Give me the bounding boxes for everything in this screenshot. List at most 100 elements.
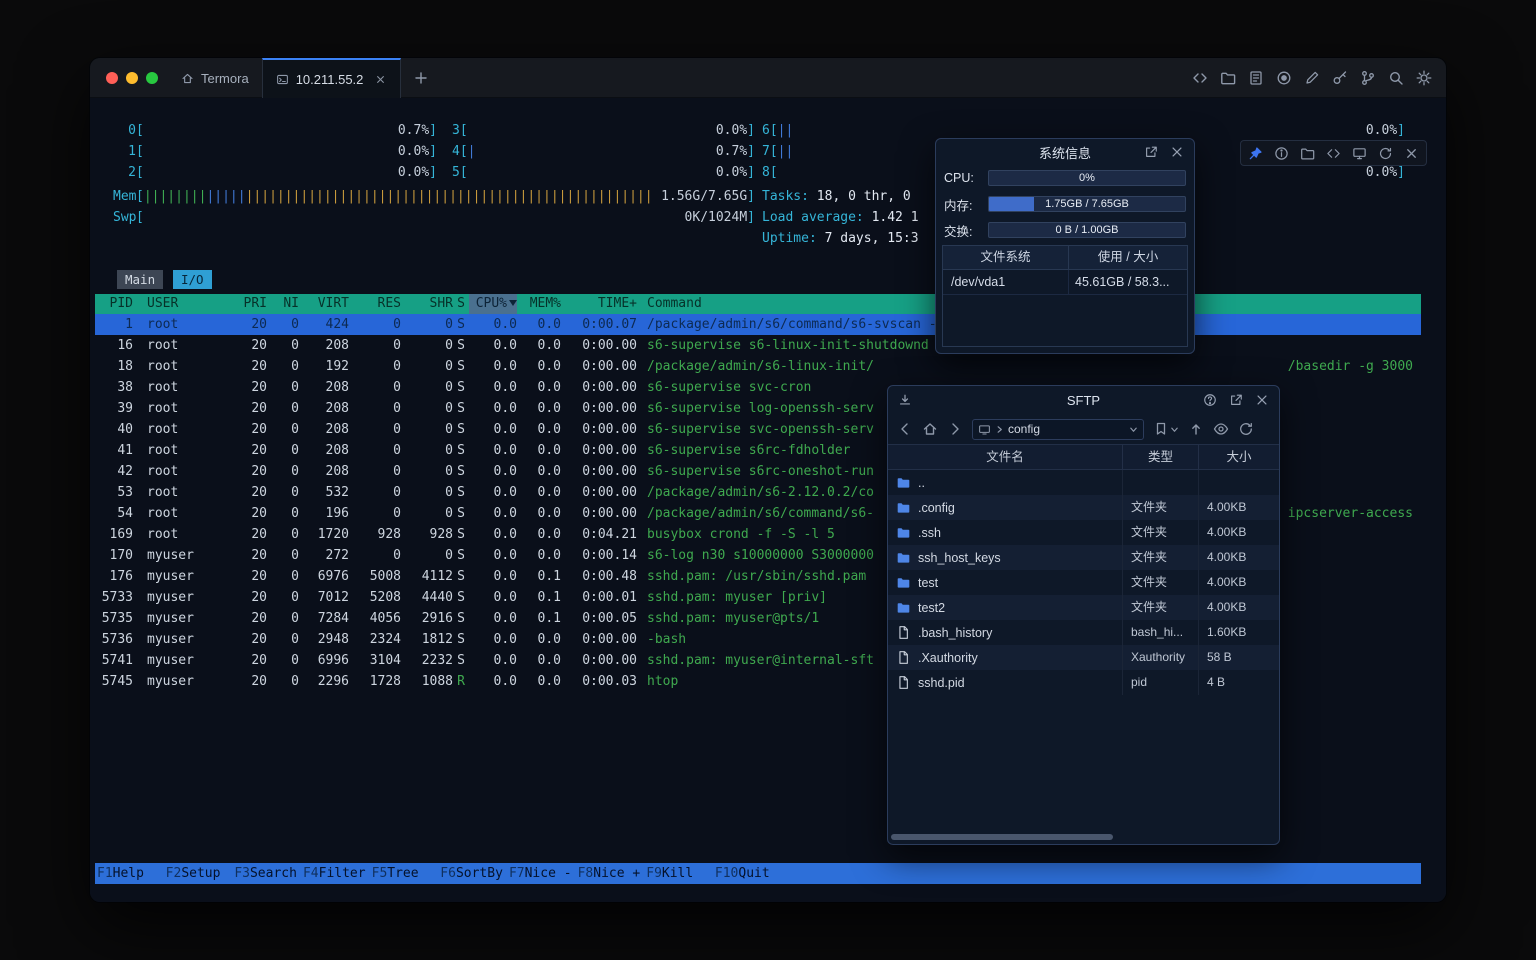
cell-shr: 0 [401,461,453,482]
info-icon[interactable] [1274,146,1289,161]
pin-icon[interactable] [1248,146,1263,161]
cell-state: S [453,440,469,461]
computer-icon [978,423,991,436]
record-icon[interactable] [1276,70,1292,86]
column-filesize[interactable]: 大小 [1199,445,1279,469]
cell-cpu: 0.0 [469,650,517,671]
file-row[interactable]: sshd.pid pid 4 B [888,670,1279,695]
code-icon[interactable] [1192,70,1208,86]
column-time[interactable]: TIME+ [561,294,637,314]
column-ni[interactable]: NI [267,294,299,314]
folder-icon[interactable] [1300,146,1315,161]
process-row[interactable]: 1 root 20 0 424 0 0 S 0.0 0.0 0:00.07 /p… [95,314,1421,335]
monitor-icon[interactable] [1352,146,1367,161]
branch-icon[interactable] [1360,70,1376,86]
home-icon[interactable] [922,421,938,437]
cell-ni: 0 [267,398,299,419]
cell-state: S [453,461,469,482]
column-state[interactable]: S [453,294,469,314]
function-key-button[interactable]: F1 Help [95,863,164,884]
file-row[interactable]: test2 文件夹 4.00KB [888,595,1279,620]
file-row[interactable]: ssh_host_keys 文件夹 4.00KB [888,545,1279,570]
file-row[interactable]: .ssh 文件夹 4.00KB [888,520,1279,545]
journal-icon[interactable] [1248,70,1264,86]
cell-res: 2324 [349,629,401,650]
path-breadcrumb[interactable]: config [972,419,1144,440]
forward-icon[interactable] [947,421,963,437]
chevron-down-icon[interactable] [1129,425,1138,434]
function-key-button[interactable]: F9 Kill [644,863,713,884]
edit-icon[interactable] [1304,70,1320,86]
cell-mem: 0.1 [517,608,561,629]
cell-user: root [133,461,243,482]
column-pri[interactable]: PRI [243,294,267,314]
file-row[interactable]: test 文件夹 4.00KB [888,570,1279,595]
tab-ssh-session[interactable]: 10.211.55.2 [262,58,402,98]
scrollbar-thumb[interactable] [891,834,1113,840]
refresh-icon[interactable] [1378,146,1393,161]
column-pid[interactable]: PID [95,294,133,314]
file-row[interactable]: .Xauthority Xauthority 58 B [888,645,1279,670]
column-usage[interactable]: 使用 / 大小 [1069,246,1187,269]
cell-mem: 0.1 [517,566,561,587]
tab-termora-home[interactable]: Termora [168,58,262,98]
refresh-icon[interactable] [1238,421,1254,437]
file-row[interactable]: .. [888,470,1279,495]
cell-ni: 0 [267,566,299,587]
column-res[interactable]: RES [349,294,401,314]
column-mem[interactable]: MEM% [517,294,561,314]
cell-virt: 208 [299,335,349,356]
process-row[interactable]: 16 root 20 0 208 0 0 S 0.0 0.0 0:00.00 s… [95,335,1421,356]
column-filesystem[interactable]: 文件系统 [943,246,1069,269]
close-window-button[interactable] [106,72,118,84]
filesystem-table: 文件系统 使用 / 大小 /dev/vda1 45.61GB / 58.3... [942,245,1188,347]
zoom-window-button[interactable] [146,72,158,84]
settings-icon[interactable] [1416,70,1432,86]
cell-virt: 7284 [299,608,349,629]
eye-icon[interactable] [1213,421,1229,437]
minimize-window-button[interactable] [126,72,138,84]
folder-icon[interactable] [1220,70,1236,86]
function-key-button[interactable]: F2 Setup [164,863,233,884]
close-icon[interactable] [1404,146,1419,161]
column-filename[interactable]: 文件名 [888,445,1123,469]
upload-icon[interactable] [1188,421,1204,437]
column-user[interactable]: USER [133,294,243,314]
cell-cpu: 0.0 [469,629,517,650]
horizontal-scrollbar[interactable] [891,834,1276,840]
cell-user: root [133,356,243,377]
file-row[interactable]: .config 文件夹 4.00KB [888,495,1279,520]
search-icon[interactable] [1388,70,1404,86]
function-key-button[interactable]: F6 SortBy [438,863,507,884]
filesystem-row[interactable]: /dev/vda1 45.61GB / 58.3... [943,270,1187,295]
process-row[interactable]: 18 root 20 0 192 0 0 S 0.0 0.0 0:00.00 /… [95,356,1421,377]
tab-label: 10.211.55.2 [296,72,364,87]
cell-virt: 1720 [299,524,349,545]
current-directory[interactable]: config [1008,422,1125,436]
code-icon[interactable] [1326,146,1341,161]
cell-cpu: 0.0 [469,671,517,692]
function-key-button[interactable]: F7 Nice - [507,863,576,884]
function-key-button[interactable]: F8 Nice + [576,863,645,884]
function-key-button[interactable]: F5 Tree [370,863,439,884]
htop-tab-main[interactable]: Main [117,270,163,289]
back-icon[interactable] [897,421,913,437]
cell-ni: 0 [267,482,299,503]
column-filetype[interactable]: 类型 [1123,445,1199,469]
bookmarks-button[interactable] [1153,421,1179,437]
file-size: 4.00KB [1199,545,1279,570]
terminal-icon [276,73,289,86]
column-virt[interactable]: VIRT [299,294,349,314]
function-key-button[interactable]: F10 Quit [713,863,789,884]
htop-tab-io[interactable]: I/O [173,270,212,289]
column-shr[interactable]: SHR [401,294,453,314]
new-tab-button[interactable] [401,58,441,98]
file-name: .bash_history [918,626,992,640]
column-cpu-sort[interactable]: CPU% [469,294,517,314]
function-key-button[interactable]: F4 Filter [301,863,370,884]
function-key-button[interactable]: F3 Search [232,863,301,884]
file-row[interactable]: .bash_history bash_hi... 1.60KB [888,620,1279,645]
sort-desc-icon [509,300,517,306]
key-icon[interactable] [1332,70,1348,86]
tab-close-icon[interactable] [374,73,387,86]
